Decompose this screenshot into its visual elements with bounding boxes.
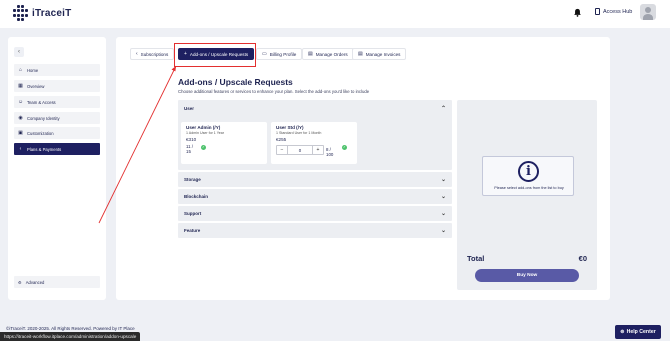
- increment-button[interactable]: +: [313, 146, 323, 154]
- help-center-button[interactable]: ⊚ Help Center: [615, 325, 661, 339]
- logo[interactable]: iTraceiT: [13, 5, 71, 21]
- tab-label: Manage Invoices: [365, 51, 401, 57]
- access-hub-label: Access Hub: [603, 8, 633, 15]
- addon-card-user-std: User Std (/Y) 1 Standard User for 1 Mont…: [271, 122, 357, 164]
- check-circle-icon: ✓: [201, 145, 206, 150]
- accordion-title: Storage: [184, 177, 201, 182]
- tab-manage-orders[interactable]: ▤ Manage Orders: [302, 48, 354, 60]
- sidebar-item-label: Home: [27, 67, 39, 73]
- copyright-text: ©iTraceiT. 2020-2025. All Rights Reserve…: [6, 326, 135, 331]
- chevron-down-icon: ⌄: [440, 211, 446, 217]
- sidebar-item-label: Company Identity: [27, 115, 60, 121]
- sidebar-item-label: Advanced: [25, 279, 45, 285]
- addon-usage-count: 8 / 100: [326, 147, 333, 157]
- sidebar-item-home[interactable]: ⌂ Home: [14, 64, 100, 76]
- sidebar-item-label: Team & Access: [27, 99, 56, 105]
- gear-icon: ⚙: [18, 279, 22, 285]
- dashboard-icon: ▦: [18, 82, 23, 89]
- empty-selection-text: Please select add-ons from the list to b…: [494, 186, 564, 190]
- sidebar-item-overview[interactable]: ▦ Overview: [14, 80, 100, 92]
- tab-manage-invoices[interactable]: ▤ Manage Invoices: [352, 48, 407, 60]
- tab-subscriptions[interactable]: ‹ Subscriptions: [130, 48, 175, 60]
- chevron-down-icon: ⌄: [440, 177, 446, 183]
- sidebar-item-customization[interactable]: ▣ Customization: [14, 127, 100, 139]
- sidebar-collapse-button[interactable]: ‹: [14, 47, 24, 57]
- accordion-header-feature[interactable]: Feature ⌄: [178, 223, 452, 238]
- chevron-down-icon: ⌄: [440, 228, 446, 234]
- addon-description: 1 Standard User for 1 Month: [276, 131, 322, 135]
- accordion-header-blockchain[interactable]: Blockchain ⌄: [178, 189, 452, 204]
- addon-card-user-admin: User Admin (/Y) 1 Admin User for 1 Year …: [181, 122, 267, 164]
- top-bar: iTraceiT Access Hub: [0, 0, 670, 28]
- sidebar-item-label: Customization: [27, 130, 54, 136]
- page-title: Add-ons / Upscale Requests: [178, 77, 293, 87]
- order-summary-panel: i Please select add-ons from the list to…: [457, 100, 597, 290]
- accordion-feature[interactable]: Feature ⌄: [178, 223, 452, 238]
- accordion-title: Feature: [184, 228, 201, 233]
- sidebar-item-label: Plans & Payments: [27, 146, 62, 152]
- home-icon: ⌂: [18, 66, 23, 73]
- empty-selection-notice: i Please select add-ons from the list to…: [482, 156, 574, 196]
- avatar[interactable]: [640, 4, 656, 20]
- tab-label: Manage Orders: [315, 51, 348, 57]
- accordion-title: User: [184, 105, 195, 111]
- accordion-header-user[interactable]: User ⌃: [178, 100, 452, 116]
- chevron-up-icon: ⌃: [440, 105, 446, 112]
- accordion-title: Blockchain: [184, 194, 209, 199]
- total-value: €0: [578, 254, 587, 263]
- buy-now-button[interactable]: Buy Now: [475, 269, 579, 282]
- help-center-label: Help Center: [626, 329, 656, 335]
- logo-mark-icon: [13, 5, 29, 21]
- sidebar-item-team-access[interactable]: ☺ Team & Access: [14, 96, 100, 108]
- addon-usage-count: 11 / 15: [186, 144, 262, 154]
- addon-price: €310: [186, 137, 197, 142]
- document-icon: [595, 8, 600, 15]
- page-subtitle: Choose additional features or services t…: [178, 89, 370, 94]
- sidebar-item-label: Overview: [27, 83, 45, 89]
- chevron-left-icon: ‹: [19, 145, 22, 152]
- tab-label: Subscriptions: [140, 51, 169, 57]
- annotation-highlight-box: [174, 43, 256, 67]
- total-label: Total: [467, 254, 485, 263]
- addon-description: 1 Admin User for 1 Year: [186, 131, 224, 135]
- tab-label: Billing Profile: [269, 51, 297, 57]
- addon-price: €255: [276, 137, 287, 142]
- addon-title: User Std (/Y): [276, 125, 304, 130]
- sidebar-item-plans-payments[interactable]: ‹ Plans & Payments: [14, 143, 100, 155]
- main-content: ‹ Subscriptions + Add-ons / Upscale Requ…: [116, 37, 610, 300]
- team-icon: ☺: [18, 98, 24, 105]
- accordion-support[interactable]: Support ⌄: [178, 206, 452, 221]
- sidebar-item-advanced[interactable]: ⚙ Advanced: [14, 276, 100, 288]
- access-hub-link[interactable]: Access Hub: [595, 8, 632, 15]
- check-circle-icon: ✓: [342, 145, 347, 150]
- sidebar: ‹ ⌂ Home ▦ Overview ☺ Team & Access ◉ Co…: [8, 37, 106, 300]
- chevron-left-icon: ‹: [136, 51, 138, 57]
- addon-usage-total: 100: [326, 152, 334, 157]
- accordion-blockchain[interactable]: Blockchain ⌄: [178, 189, 452, 204]
- accordion-header-support[interactable]: Support ⌄: [178, 206, 452, 221]
- bell-icon[interactable]: [573, 8, 582, 17]
- invoice-icon: ▤: [358, 51, 363, 57]
- palette-icon: ▣: [18, 129, 23, 136]
- status-bar-url: https://itraceit-workflow.itplace.com/ad…: [0, 332, 141, 341]
- accordion-title: Support: [184, 211, 202, 216]
- tab-billing-profile[interactable]: ▭ Billing Profile: [256, 48, 303, 60]
- addon-usage-total: 15: [186, 149, 191, 154]
- chevron-down-icon: ⌄: [440, 194, 446, 200]
- orders-icon: ▤: [308, 51, 313, 57]
- accordion-storage[interactable]: Storage ⌄: [178, 172, 452, 187]
- quantity-stepper: − 0 +: [276, 145, 324, 155]
- quantity-input[interactable]: 0: [287, 146, 313, 154]
- logo-text: iTraceiT: [32, 7, 72, 19]
- chevron-left-icon: ‹: [18, 49, 20, 55]
- sidebar-item-company-identity[interactable]: ◉ Company Identity: [14, 112, 100, 124]
- card-icon: ▭: [262, 51, 267, 57]
- info-icon: i: [518, 161, 539, 182]
- building-icon: ◉: [18, 114, 23, 121]
- accordion-header-storage[interactable]: Storage ⌄: [178, 172, 452, 187]
- help-icon: ⊚: [620, 329, 625, 335]
- addon-title: User Admin (/Y): [186, 125, 221, 130]
- decrement-button[interactable]: −: [277, 146, 287, 154]
